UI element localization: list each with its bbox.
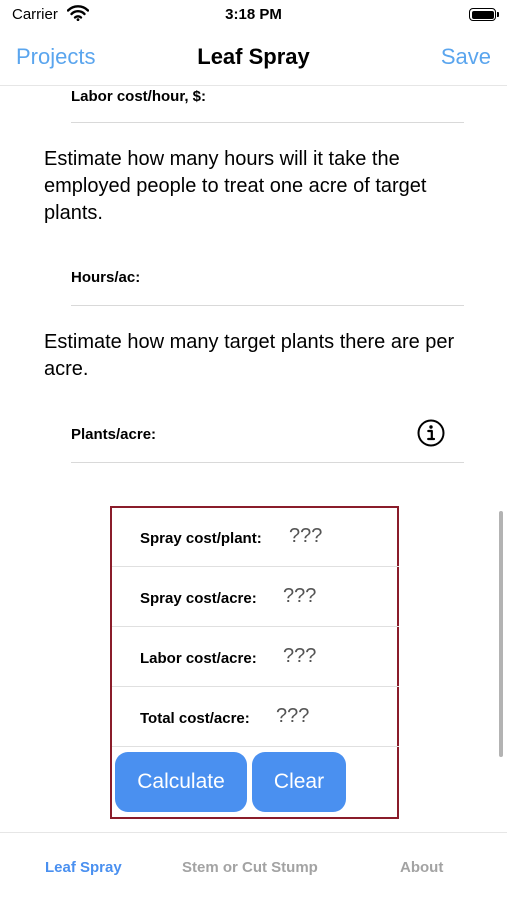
result-label: Spray cost/plant:: [140, 530, 262, 547]
save-button[interactable]: Save: [441, 44, 491, 70]
navigation-bar: Projects Leaf Spray Save: [0, 34, 507, 86]
result-label: Total cost/acre:: [140, 710, 250, 727]
info-circle-icon[interactable]: [417, 419, 445, 447]
page-title: Leaf Spray: [197, 44, 310, 69]
plants-per-acre-label: Plants/acre:: [71, 426, 157, 443]
labor-cost-label: Labor cost/hour, $:: [71, 88, 207, 105]
plants-prompt: Estimate how many target plants there ar…: [44, 331, 455, 380]
clear-button[interactable]: Clear: [252, 752, 346, 812]
result-row-total-cost-acre: Total cost/acre: ???: [112, 688, 399, 747]
hours-per-acre-label: Hours/ac:: [71, 269, 141, 286]
hours-per-acre-field[interactable]: [71, 305, 464, 306]
result-row-labor-cost-acre: Labor cost/acre: ???: [112, 628, 399, 687]
result-row-spray-cost-acre: Spray cost/acre: ???: [112, 568, 399, 627]
battery-icon: [469, 8, 499, 21]
result-row-spray-cost-plant: Spray cost/plant: ???: [112, 508, 399, 567]
result-value: ???: [289, 525, 323, 547]
result-label: Labor cost/acre:: [140, 650, 257, 667]
labor-cost-field[interactable]: [71, 122, 464, 123]
hours-prompt: Estimate how many hours will it take the…: [44, 148, 427, 224]
result-value: ???: [283, 585, 317, 607]
tab-leaf-spray[interactable]: Leaf Spray: [45, 859, 122, 876]
result-label: Spray cost/acre:: [140, 590, 257, 607]
tab-stem-or-cut-stump[interactable]: Stem or Cut Stump: [182, 859, 318, 876]
result-value: ???: [276, 705, 310, 727]
plants-per-acre-field[interactable]: [71, 462, 464, 463]
results-panel: Spray cost/plant: ??? Spray cost/acre: ?…: [110, 506, 399, 819]
status-bar: Carrier 3:18 PM: [0, 0, 507, 34]
clock: 3:18 PM: [225, 6, 282, 23]
calculate-button[interactable]: Calculate: [115, 752, 247, 812]
scrollbar[interactable]: [499, 511, 503, 757]
tab-bar: Leaf Spray Stem or Cut Stump About: [0, 832, 507, 900]
result-value: ???: [283, 645, 317, 667]
tab-about[interactable]: About: [400, 859, 443, 876]
